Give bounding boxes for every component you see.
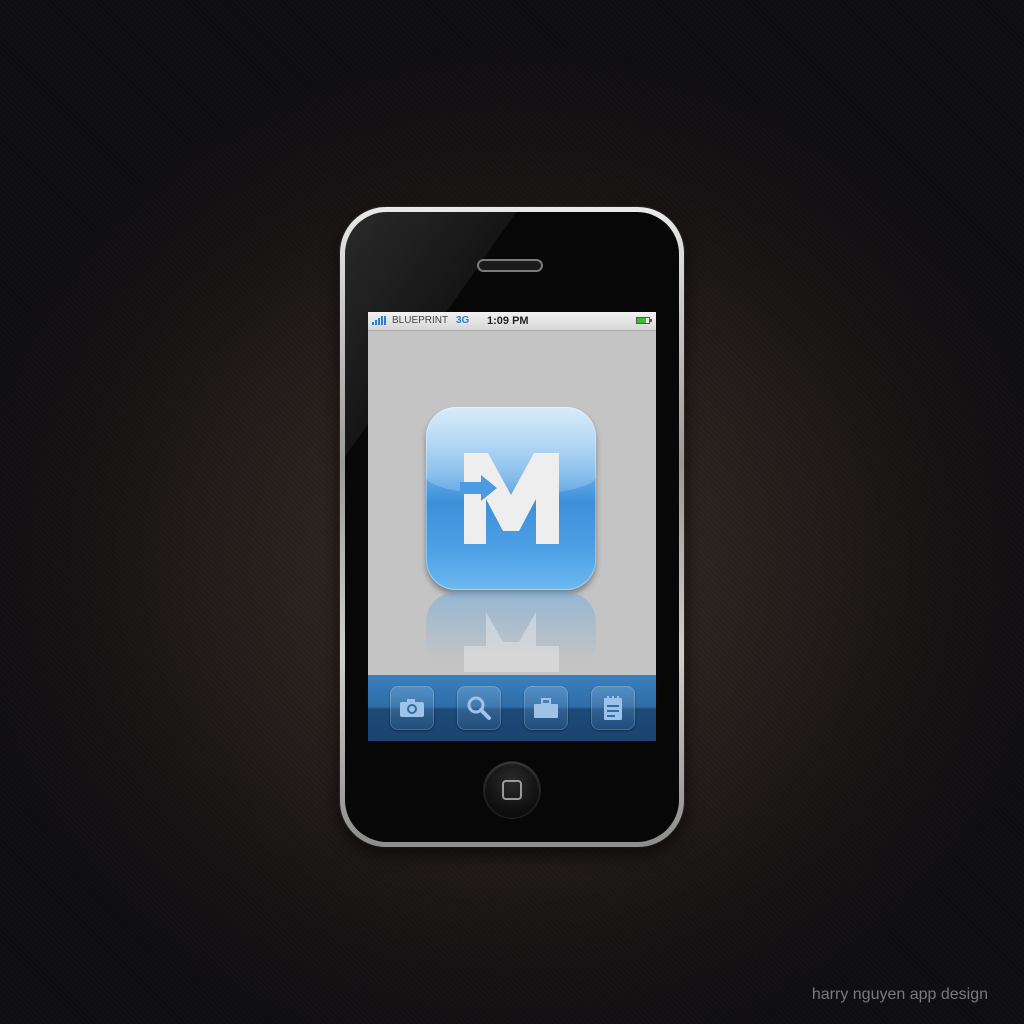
phone-screen: BLUEPRINT 3G 1:09 PM <box>368 312 656 741</box>
phone-bezel: BLUEPRINT 3G 1:09 PM <box>345 212 679 842</box>
status-time: 1:09 PM <box>487 315 529 327</box>
dock-tab-bar <box>368 675 656 741</box>
app-m-logo-icon[interactable] <box>426 407 596 590</box>
camera-icon <box>399 699 424 717</box>
dock-camera-button[interactable] <box>389 686 434 730</box>
carrier-name: BLUEPRINT <box>392 315 449 326</box>
battery-icon <box>636 317 652 324</box>
search-icon <box>467 696 491 720</box>
dock-search-button[interactable] <box>456 686 501 730</box>
watermark-text: harry nguyen app design <box>811 986 988 1003</box>
status-bar: BLUEPRINT 3G 1:09 PM <box>368 312 656 331</box>
dock-notepad-button[interactable] <box>590 686 635 730</box>
phone-device: BLUEPRINT 3G 1:09 PM <box>340 207 684 847</box>
m-logo-icon <box>460 453 559 544</box>
home-button[interactable] <box>484 762 540 818</box>
signal-bars-icon <box>372 316 386 325</box>
home-square-icon <box>502 780 522 800</box>
dock-briefcase-button[interactable] <box>523 686 568 730</box>
network-type: 3G <box>456 315 470 326</box>
earpiece-speaker <box>477 259 543 272</box>
notepad-icon <box>603 696 622 720</box>
app-icon-reflection <box>426 592 596 672</box>
m-logo-reflection-icon <box>464 612 559 672</box>
briefcase-icon <box>533 698 558 718</box>
